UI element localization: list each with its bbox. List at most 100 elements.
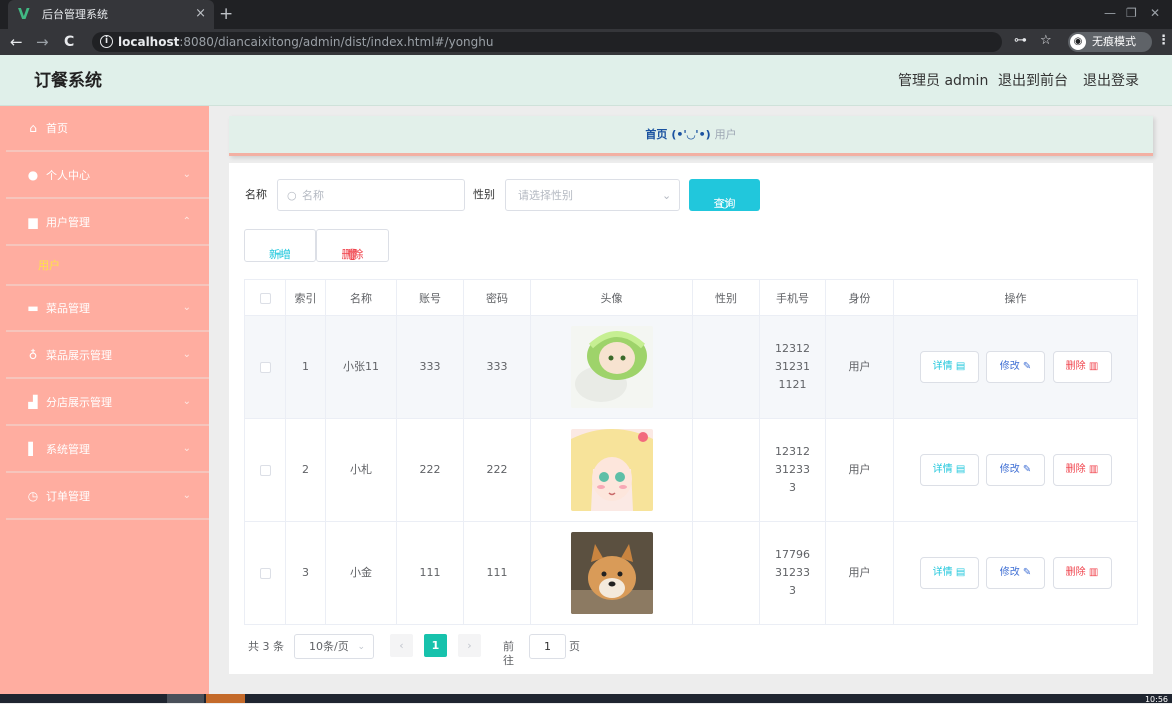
cell-name: 小张11: [325, 315, 397, 419]
browser-tab-strip: V 后台管理系统 × + — ❐ ✕: [0, 0, 1172, 29]
column-header: 性别: [692, 279, 760, 316]
exit-to-front-link[interactable]: 退出到前台: [998, 73, 1068, 89]
column-header: 密码: [463, 279, 531, 316]
cell-index: 3: [285, 521, 326, 625]
breadcrumb: 首页 (•'◡'•) 用户: [229, 116, 1153, 156]
back-icon[interactable]: ←: [10, 33, 23, 51]
row-checkbox[interactable]: [259, 567, 271, 579]
browser-tab[interactable]: V 后台管理系统 ×: [8, 0, 214, 29]
goto-unit: 页: [569, 640, 580, 653]
chevron-down-icon: ⌄: [182, 349, 191, 360]
minimize-icon[interactable]: —: [1104, 6, 1116, 20]
os-taskbar: 10:56: [0, 694, 1172, 704]
breadcrumb-current: 用户: [714, 128, 737, 141]
row-checkbox[interactable]: [259, 361, 271, 373]
column-header: 账号: [396, 279, 464, 316]
query-button[interactable]: ○ 查询: [689, 179, 760, 211]
content-panel: 名称 ○ 名称 性别 请选择性别 ⌄ ○ 查询 ＋ 新增 🗑 删除 索引 名称 …: [229, 163, 1153, 674]
page-size-select[interactable]: 10条/页 ⌄: [294, 634, 374, 659]
edit-button[interactable]: 修改 ✎: [986, 557, 1045, 589]
user-table: 索引 名称 账号 密码 头像 性别 手机号 身份 操作 1 小张11 333 3…: [244, 279, 1138, 625]
pagination-total: 共 3 条: [248, 640, 284, 653]
chevron-up-icon: ⌃: [182, 216, 191, 227]
home-icon: ⌂: [29, 121, 37, 135]
column-header: 名称: [325, 279, 397, 316]
reload-icon[interactable]: C: [64, 33, 74, 51]
edit-button[interactable]: 修改 ✎: [986, 351, 1045, 383]
tab-close-button[interactable]: ×: [195, 6, 206, 22]
clock-icon: ◷: [27, 489, 39, 503]
document-icon: ▤: [955, 361, 966, 372]
detail-button[interactable]: 详情 ▤: [919, 351, 979, 383]
edit-icon: ✎: [1022, 464, 1032, 475]
bookmark-star-icon[interactable]: ☆: [1040, 32, 1052, 50]
cell-gender: [692, 418, 760, 522]
sidebar-item-user-management[interactable]: ▆ 用户管理 ⌃: [6, 200, 209, 246]
sidebar-subitem-user[interactable]: 用户: [6, 246, 209, 286]
table-header-row: 索引 名称 账号 密码 头像 性别 手机号 身份 操作: [244, 279, 1138, 316]
page-number-current[interactable]: 1: [424, 634, 447, 657]
tab-title: 后台管理系统: [42, 8, 108, 21]
edit-icon: ✎: [1022, 567, 1032, 578]
sidebar-item-profile[interactable]: ● 个人中心 ⌄: [6, 153, 209, 199]
browser-toolbar: ← → C i localhost:8080/diancaixitong/adm…: [0, 29, 1172, 55]
table-row: 2 小札 222 222 12312312333 用户 详情 ▤ 修改 ✎ 删除…: [244, 418, 1138, 522]
user-icon: ●: [27, 168, 39, 182]
breadcrumb-home[interactable]: 首页: [645, 128, 667, 141]
incognito-badge[interactable]: ◉ 无痕模式: [1068, 32, 1152, 52]
cell-index: 1: [285, 315, 326, 419]
cell-password: 222: [463, 418, 531, 522]
cell-password: 333: [463, 315, 531, 419]
app-title: 订餐系统: [34, 71, 102, 91]
detail-button[interactable]: 详情 ▤: [919, 454, 979, 486]
logout-link[interactable]: 退出登录: [1083, 73, 1139, 89]
close-window-icon[interactable]: ✕: [1150, 6, 1160, 20]
column-header: 操作: [893, 279, 1138, 316]
name-search-input[interactable]: ○ 名称: [277, 179, 465, 211]
add-button[interactable]: ＋ 新增: [244, 229, 316, 262]
column-header: 头像: [530, 279, 693, 316]
goto-page-input[interactable]: 1: [529, 634, 566, 659]
column-header: 索引: [285, 279, 326, 316]
batch-delete-button[interactable]: 🗑 删除: [316, 229, 389, 262]
search-icon: ○: [287, 189, 297, 202]
row-checkbox[interactable]: [259, 464, 271, 476]
shop-icon: ▟: [28, 395, 38, 409]
taskbar-app[interactable]: [167, 694, 204, 703]
next-page-button[interactable]: ›: [458, 634, 481, 657]
sidebar-item-dish-display[interactable]: ♁ 菜品展示管理 ⌄: [6, 333, 209, 379]
address-bar[interactable]: i localhost:8080/diancaixitong/admin/dis…: [92, 32, 1002, 52]
sidebar-item-system[interactable]: ▌ 系统管理 ⌄: [6, 427, 209, 473]
prev-page-button[interactable]: ‹: [390, 634, 413, 657]
chevron-down-icon: ⌄: [357, 642, 365, 652]
site-info-icon[interactable]: i: [100, 35, 113, 48]
sidebar-item-dish-management[interactable]: ▬ 菜品管理 ⌄: [6, 286, 209, 332]
gender-select[interactable]: 请选择性别 ⌄: [505, 179, 680, 211]
new-tab-button[interactable]: +: [219, 4, 233, 24]
trash-icon: ▥: [1088, 361, 1099, 372]
browser-menu-icon[interactable]: ⋮: [1157, 32, 1170, 50]
sidebar-item-home[interactable]: ⌂ 首页: [6, 106, 209, 152]
cell-phone: 12312312333: [759, 418, 826, 522]
chevron-down-icon: ⌄: [182, 302, 191, 313]
delete-button[interactable]: 删除 ▥: [1052, 454, 1112, 486]
restore-icon[interactable]: ❐: [1126, 6, 1137, 20]
cell-account: 222: [396, 418, 464, 522]
taskbar-app[interactable]: [206, 694, 245, 703]
sidebar-item-orders[interactable]: ◷ 订单管理 ⌄: [6, 474, 209, 520]
key-icon[interactable]: ⊶: [1014, 32, 1027, 50]
main-content: 首页 (•'◡'•) 用户 名称 ○ 名称 性别 请选择性别 ⌄ ○ 查询 ＋ 新增…: [209, 106, 1172, 703]
edit-icon: ✎: [1022, 361, 1032, 372]
forward-icon[interactable]: →: [36, 33, 49, 51]
document-icon: ▤: [955, 567, 966, 578]
avatar-image: [570, 429, 653, 511]
chevron-down-icon: ⌄: [182, 169, 191, 180]
delete-button[interactable]: 删除 ▥: [1052, 557, 1112, 589]
cell-role: 用户: [825, 315, 894, 419]
delete-button[interactable]: 删除 ▥: [1052, 351, 1112, 383]
detail-button[interactable]: 详情 ▤: [919, 557, 979, 589]
select-all-checkbox[interactable]: [259, 292, 271, 304]
edit-button[interactable]: 修改 ✎: [986, 454, 1045, 486]
vue-logo-icon: V: [18, 5, 30, 23]
sidebar-item-branch-display[interactable]: ▟ 分店展示管理 ⌄: [6, 380, 209, 426]
